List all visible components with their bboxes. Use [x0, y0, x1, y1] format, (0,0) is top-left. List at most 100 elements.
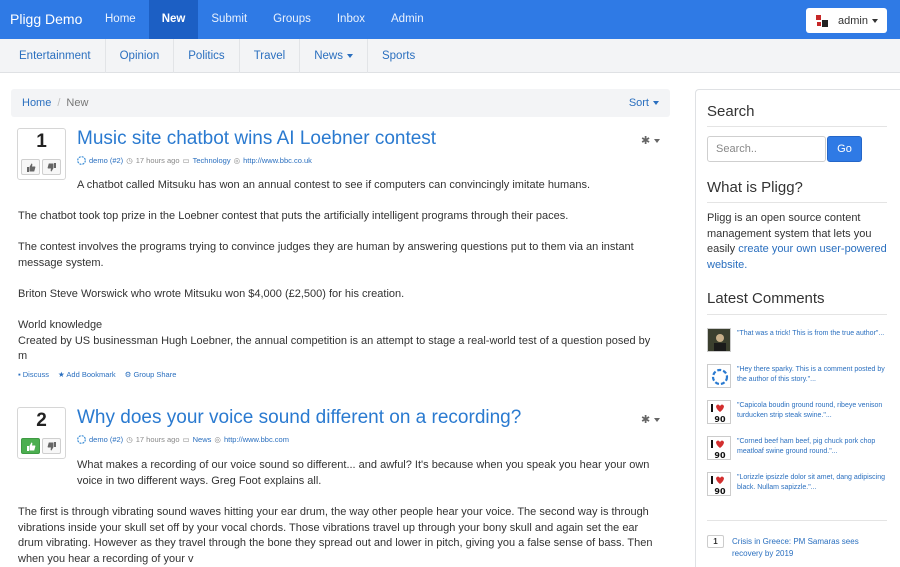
category-politics[interactable]: Politics — [174, 39, 240, 73]
latest-comments-heading: Latest Comments — [707, 290, 825, 307]
category-travel[interactable]: Travel — [240, 39, 301, 73]
comment-item: "That was a trick! This is from the true… — [707, 328, 892, 358]
story-title[interactable]: Music site chatbot wins AI Loebner conte… — [77, 128, 436, 150]
discuss-link[interactable]: ▪ Discuss — [18, 370, 49, 379]
about-heading: What is Pligg? — [707, 179, 803, 196]
story-paragraph: Briton Steve Worswick who wrote Mitsuku … — [18, 288, 405, 300]
vote-count: 1 — [36, 131, 47, 152]
divider — [707, 126, 887, 127]
thumbs-up-icon — [26, 163, 35, 172]
comment-text[interactable]: "Corned beef ham beef, pig chuck pork ch… — [737, 437, 887, 457]
nav-admin[interactable]: Admin — [378, 0, 437, 39]
comment-item: 90 "Corned beef ham beef, pig chuck pork… — [707, 436, 892, 466]
thumbs-down-icon — [47, 162, 56, 171]
user-avatar-icon — [815, 13, 829, 28]
story-paragraph: World knowledge Created by US businessma… — [18, 319, 651, 362]
user-icon — [77, 156, 86, 165]
commenter-avatar[interactable]: 90 — [707, 472, 731, 496]
sort-dropdown[interactable]: Sort — [629, 89, 659, 117]
svg-text:90: 90 — [714, 415, 726, 424]
divider — [707, 202, 887, 203]
story-time: 17 hours ago — [135, 435, 180, 444]
commenter-avatar[interactable] — [707, 328, 731, 352]
comment-text[interactable]: "Capicola boudin ground round, ribeye ve… — [737, 401, 887, 421]
story-title[interactable]: Why does your voice sound different on a… — [77, 407, 521, 429]
thumbs-up-icon — [26, 442, 35, 451]
chevron-down-icon — [871, 18, 878, 23]
comment-text[interactable]: "Hey there sparky. This is a comment pos… — [737, 365, 887, 385]
discuss-label: Discuss — [22, 370, 50, 379]
commenter-avatar[interactable]: 90 — [707, 400, 731, 424]
chevron-down-icon — [653, 101, 659, 106]
sort-label: Sort — [628, 97, 649, 109]
bookmark-link[interactable]: ★ Add Bookmark — [58, 370, 116, 379]
brand-logo[interactable]: Pligg Demo — [10, 0, 82, 39]
chevron-down-icon — [346, 53, 353, 58]
user-name: admin — [838, 14, 868, 27]
nav-home[interactable]: Home — [92, 0, 149, 39]
top-navbar: Pligg Demo Home New Submit Groups Inbox … — [0, 0, 900, 39]
story-meta: demo (#2) ◷ 17 hours ago ▭ News ◎ http:/… — [77, 435, 289, 444]
thumbs-down-icon — [47, 441, 56, 450]
bookmark-label: Add Bookmark — [66, 370, 116, 379]
nav-new[interactable]: New — [148, 0, 199, 39]
story-lead: A chatbot called Mitsuku has won an annu… — [77, 179, 591, 191]
category-opinion[interactable]: Opinion — [106, 39, 175, 73]
gear-icon: ✱ — [641, 414, 651, 426]
globe-icon: ◎ — [214, 435, 221, 444]
vote-box: 1 — [17, 128, 66, 180]
story-url[interactable]: http://www.bbc.co.uk — [243, 156, 312, 165]
main-nav: Home New Submit Groups Inbox Admin — [92, 0, 437, 39]
category-sports[interactable]: Sports — [368, 39, 429, 73]
divider — [707, 314, 887, 315]
comment-text[interactable]: "Lorizzle ipsizzle dolor sit amet, dang … — [737, 473, 887, 493]
nav-submit[interactable]: Submit — [198, 0, 260, 39]
breadcrumb-separator: / — [57, 97, 61, 109]
svg-text:90: 90 — [714, 451, 726, 460]
comment-item: 90 "Lorizzle ipsizzle dolor sit amet, da… — [707, 472, 892, 502]
nav-groups[interactable]: Groups — [260, 0, 324, 39]
breadcrumb-home[interactable]: Home — [22, 97, 51, 109]
comment-text[interactable]: "That was a trick! This is from the true… — [737, 329, 887, 339]
category-news-label: News — [314, 50, 343, 62]
comment-item: "Hey there sparky. This is a comment pos… — [707, 364, 892, 394]
breadcrumb: Home / New Sort — [11, 89, 670, 117]
story-author[interactable]: demo (#2) — [89, 435, 123, 444]
commenter-avatar[interactable] — [707, 364, 731, 388]
comment-item: 90 "Capicola boudin ground round, ribeye… — [707, 400, 892, 430]
sidebar: Search Go What is Pligg? Pligg is an ope… — [695, 89, 900, 567]
gear-icon: ✱ — [641, 135, 651, 147]
globe-icon: ◎ — [233, 156, 241, 165]
folder-icon: ▭ — [182, 156, 190, 165]
story-time: 17 hours ago — [135, 156, 180, 165]
commenter-avatar[interactable]: 90 — [707, 436, 731, 460]
search-heading: Search — [707, 103, 755, 120]
thumbs-up-button[interactable] — [21, 159, 40, 175]
story-author[interactable]: demo (#2) — [89, 156, 123, 165]
nav-inbox[interactable]: Inbox — [324, 0, 378, 39]
breadcrumb-current: New — [66, 97, 89, 109]
story-url[interactable]: http://www.bbc.com — [224, 435, 289, 444]
story-category[interactable]: News — [193, 435, 212, 444]
story-paragraph: The chatbot took top prize in the Loebne… — [18, 210, 569, 222]
vote-box: 2 — [17, 407, 66, 459]
clock-icon: ◷ — [126, 435, 133, 444]
thumbs-down-button[interactable] — [42, 159, 61, 175]
chevron-down-icon — [654, 418, 661, 423]
category-entertainment[interactable]: Entertainment — [0, 39, 106, 73]
story-options-button[interactable]: ✱ — [641, 413, 661, 426]
clock-icon: ◷ — [126, 156, 133, 165]
story-paragraph: The contest involves the programs trying… — [18, 241, 634, 269]
story-category[interactable]: Technology — [193, 156, 231, 165]
user-menu-button[interactable]: admin — [806, 8, 887, 33]
group-share-label: Group Share — [133, 370, 177, 379]
top-story-link[interactable]: Crisis in Greece: PM Samaras sees recove… — [732, 536, 882, 560]
search-go-button[interactable]: Go — [827, 136, 862, 162]
category-bar: Entertainment Opinion Politics Travel Ne… — [0, 39, 900, 73]
thumbs-down-button[interactable] — [42, 438, 61, 454]
story-options-button[interactable]: ✱ — [641, 134, 661, 147]
category-news-dropdown[interactable]: News — [300, 39, 368, 73]
search-input[interactable] — [707, 136, 826, 162]
group-share-link[interactable]: ⚙ Group Share — [125, 370, 177, 379]
thumbs-up-button[interactable] — [21, 438, 40, 454]
